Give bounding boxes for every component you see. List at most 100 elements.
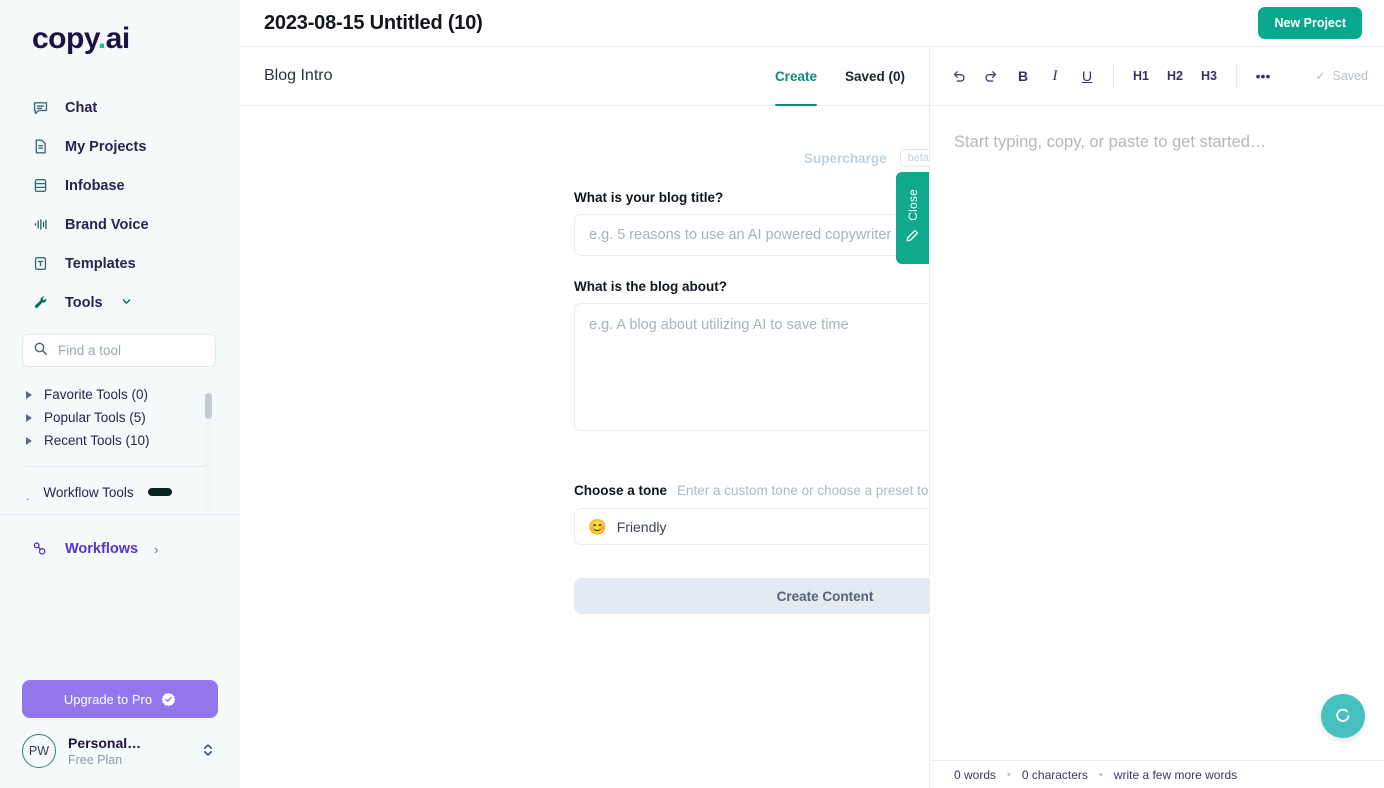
heading-3-button[interactable]: H3: [1193, 61, 1225, 91]
account-text: Personal… Free Plan: [68, 735, 190, 767]
chevron-right-icon: ›: [154, 541, 159, 557]
tab-create[interactable]: Create: [774, 47, 817, 106]
wrench-icon: [31, 294, 49, 312]
close-editor-tab[interactable]: Close: [896, 172, 929, 264]
tools-scrollbar-thumb[interactable]: [205, 393, 212, 419]
workflow-tools-row[interactable]: . Workflow Tools: [0, 477, 240, 507]
blog-about-textarea[interactable]: [574, 303, 929, 431]
saved-label: Saved: [1332, 69, 1368, 83]
underline-glyph: U: [1081, 68, 1093, 84]
account-plan: Free Plan: [68, 752, 123, 767]
divider: [1236, 64, 1237, 88]
content-body: Blog Intro Create Saved (0) Supercharge …: [240, 47, 1384, 788]
sidebar-item-workflows[interactable]: Workflows ›: [0, 529, 240, 569]
logo-suffix: ai: [105, 22, 131, 55]
tool-search[interactable]: [22, 334, 216, 367]
tone-label: Choose a tone: [574, 483, 668, 498]
separator-dot: •: [1098, 768, 1103, 781]
sidebar-item-tools[interactable]: Tools: [0, 283, 240, 322]
blog-about-label: What is the blog about?: [574, 279, 727, 294]
tone-header: Choose a tone Enter a custom tone or cho…: [574, 483, 929, 498]
tone-hint: Enter a custom tone or choose a preset t…: [677, 483, 929, 498]
create-content-button[interactable]: Create Content: [574, 578, 929, 614]
editor-canvas[interactable]: Start typing, copy, or paste to get star…: [930, 106, 1384, 760]
account-switcher[interactable]: PW Personal… Free Plan: [22, 734, 218, 774]
tool-pane: Blog Intro Create Saved (0) Supercharge …: [240, 47, 930, 788]
heading-1-button[interactable]: H1: [1125, 61, 1157, 91]
sidebar-item-label: Brand Voice: [65, 216, 149, 233]
workflows-icon: [31, 540, 49, 558]
italic-glyph: I: [1052, 67, 1058, 84]
sidebar-item-brand-voice[interactable]: Brand Voice: [0, 205, 240, 244]
logo-dot: .: [97, 22, 106, 55]
writing-hint: write a few more words: [1113, 767, 1238, 782]
blog-about-label-row: What is the blog about?: [574, 279, 929, 294]
tool-group-recent[interactable]: Recent Tools (10): [0, 429, 240, 452]
italic-icon[interactable]: I: [1040, 61, 1070, 91]
database-icon: [31, 177, 49, 195]
tone-select[interactable]: 😊 Friendly ✕: [574, 508, 929, 545]
page-title[interactable]: 2023-08-15 Untitled (10): [264, 12, 483, 35]
sidebar-item-label: My Projects: [65, 138, 147, 155]
waveform-icon: [31, 216, 49, 234]
account-name: Personal…: [68, 735, 142, 752]
supercharge-row: Supercharge beta: [574, 144, 929, 172]
more-options-icon[interactable]: •••: [1248, 61, 1278, 91]
upgrade-label: Upgrade to Pro: [63, 691, 153, 707]
new-project-button[interactable]: New Project: [1258, 7, 1362, 39]
character-count: 0 characters: [1021, 767, 1088, 782]
sidebar-item-my-projects[interactable]: My Projects: [0, 127, 240, 166]
topbar: 2023-08-15 Untitled (10) New Project: [240, 0, 1384, 47]
upgrade-to-pro-button[interactable]: Upgrade to Pro: [22, 680, 218, 718]
blog-title-label-row: What is your blog title? Optional: [574, 190, 929, 205]
workflows-label: Workflows: [65, 541, 139, 557]
bold-icon[interactable]: B: [1008, 61, 1038, 91]
document-editor: B I U H1 H2 H3 ••• ✓ Saved Start typing,…: [930, 47, 1384, 788]
tool-form: Supercharge beta What is your blog title…: [240, 106, 929, 788]
triangle-right-icon: [26, 436, 32, 445]
sidebar-footer: Upgrade to Pro PW Personal… Free Plan: [0, 680, 240, 788]
pane-header: Blog Intro Create Saved (0): [240, 47, 929, 106]
workflow-tools-badge: [147, 488, 172, 496]
pencil-icon: [906, 229, 919, 247]
search-input[interactable]: [58, 343, 205, 358]
sidebar: copy.ai Chat My Projects Infobase Brand …: [0, 0, 240, 788]
tools-scroll-area: Favorite Tools (0) Popular Tools (5) Rec…: [0, 383, 240, 511]
editor-status-bar: 0 words • 0 characters • write a few mor…: [930, 760, 1384, 788]
form-inner: Supercharge beta What is your blog title…: [574, 144, 929, 614]
blog-title-input[interactable]: [574, 214, 929, 256]
sidebar-item-chat[interactable]: Chat: [0, 88, 240, 127]
close-tab-label: Close: [905, 189, 920, 221]
editor-placeholder: Start typing, copy, or paste to get star…: [954, 133, 1267, 151]
tool-group-popular[interactable]: Popular Tools (5): [0, 406, 240, 429]
check-icon: ✓: [1315, 69, 1326, 83]
tab-saved[interactable]: Saved (0): [845, 47, 905, 105]
redo-icon[interactable]: [976, 61, 1006, 91]
sidebar-item-infobase[interactable]: Infobase: [0, 166, 240, 205]
sidebar-item-label: Templates: [65, 255, 136, 272]
sidebar-nav: Chat My Projects Infobase Brand Voice Te…: [0, 72, 240, 322]
pane-tabs: Create Saved (0): [774, 47, 905, 106]
support-chat-button[interactable]: [1321, 694, 1365, 738]
editor-save-status: ✓ Saved: [1315, 69, 1368, 83]
tool-group-favorite[interactable]: Favorite Tools (0): [0, 383, 240, 406]
separator-dot: •: [1007, 768, 1011, 781]
heading-2-button[interactable]: H2: [1159, 61, 1191, 91]
triangle-right-icon: [26, 413, 32, 422]
tool-group-label: Favorite Tools (0): [44, 387, 149, 402]
divider: [0, 514, 240, 515]
app-root: copy.ai Chat My Projects Infobase Brand …: [0, 0, 1384, 788]
supercharge-label: Supercharge: [804, 150, 887, 166]
sidebar-item-label: Tools: [65, 294, 103, 311]
bullet-icon: .: [26, 489, 30, 503]
underline-icon[interactable]: U: [1072, 61, 1102, 91]
verified-badge-icon: [161, 692, 176, 707]
sidebar-item-templates[interactable]: Templates: [0, 244, 240, 283]
tone-value: Friendly: [616, 518, 667, 535]
sidebar-item-label: Infobase: [65, 177, 125, 194]
smiley-icon: 😊: [588, 518, 607, 536]
template-icon: [31, 255, 49, 273]
app-logo[interactable]: copy.ai: [0, 0, 240, 72]
undo-icon[interactable]: [944, 61, 974, 91]
